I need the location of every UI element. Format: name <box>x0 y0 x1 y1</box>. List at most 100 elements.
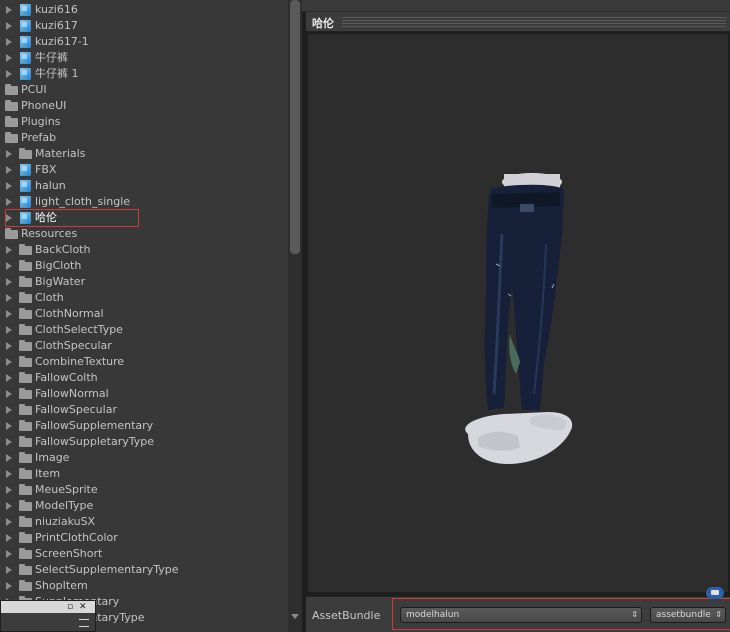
tree-item[interactable]: ShopItem <box>0 578 288 594</box>
tree-item-label: kuzi617 <box>35 19 78 32</box>
expand-arrow-icon[interactable] <box>4 578 14 594</box>
expand-arrow-icon[interactable] <box>4 66 14 82</box>
tree-item[interactable]: ClothSelectType <box>0 322 288 338</box>
expand-arrow-icon[interactable] <box>4 546 14 562</box>
tree-item[interactable]: 牛仔裤 <box>0 50 288 66</box>
expand-arrow-icon[interactable] <box>4 50 14 66</box>
tree-item[interactable]: kuzi617 <box>0 18 288 34</box>
asset-bundle-bar: AssetBundle modelhalun ⇕ assetbundle ⇕ <box>306 596 730 632</box>
tree-item[interactable]: ClothSpecular <box>0 338 288 354</box>
expand-arrow-icon[interactable] <box>4 322 14 338</box>
tree-item[interactable]: 牛仔裤 1 <box>0 66 288 82</box>
tree-item-label: FallowSuppletaryType <box>35 435 154 448</box>
scroll-down-arrow-icon[interactable] <box>291 614 299 619</box>
expand-arrow-icon[interactable] <box>4 34 14 50</box>
expand-arrow-icon[interactable] <box>4 466 14 482</box>
expand-arrow-icon[interactable] <box>4 482 14 498</box>
tree-item[interactable]: halun <box>0 178 288 194</box>
tree-item[interactable]: BigWater <box>0 274 288 290</box>
expand-arrow-icon[interactable] <box>4 354 14 370</box>
expand-arrow-icon[interactable] <box>4 242 14 258</box>
tree-item[interactable]: Image <box>0 450 288 466</box>
tree-item[interactable]: Item <box>0 466 288 482</box>
tree-item[interactable]: PCUI <box>0 82 288 98</box>
expand-arrow-icon[interactable] <box>4 418 14 434</box>
tree-item[interactable]: PhoneUI <box>0 98 288 114</box>
tree-item[interactable]: BackCloth <box>0 242 288 258</box>
prefab-icon <box>19 180 33 192</box>
asset-bundle-name-dropdown[interactable]: modelhalun ⇕ <box>400 607 642 623</box>
expand-arrow-icon[interactable] <box>4 498 14 514</box>
folder-icon <box>19 148 33 160</box>
tree-item[interactable]: Materials <box>0 146 288 162</box>
asset-bundle-variant-dropdown[interactable]: assetbundle ⇕ <box>650 607 726 623</box>
folder-icon <box>19 484 33 496</box>
expand-arrow-icon[interactable] <box>4 146 14 162</box>
tree-item[interactable]: FallowSuppletaryType <box>0 434 288 450</box>
folder-icon <box>19 388 33 400</box>
expand-arrow-icon[interactable] <box>4 306 14 322</box>
tree-item[interactable]: ClothNormal <box>0 306 288 322</box>
tree-item-label: Resources <box>21 227 78 240</box>
expand-arrow-icon[interactable] <box>4 162 14 178</box>
preview-title: 哈伦 <box>312 17 334 30</box>
model-preview-viewport[interactable] <box>308 34 728 592</box>
expand-arrow-icon[interactable] <box>4 562 14 578</box>
tree-item[interactable]: niuziakuSX <box>0 514 288 530</box>
tree-item[interactable]: FallowSupplementary <box>0 418 288 434</box>
header-drag-grip[interactable] <box>342 17 726 27</box>
project-scroll-thumb[interactable] <box>290 0 300 254</box>
expand-arrow-icon[interactable] <box>4 18 14 34</box>
expand-arrow-icon[interactable] <box>4 434 14 450</box>
tree-item-label: ShopItem <box>35 579 88 592</box>
tree-item[interactable]: Prefab <box>0 130 288 146</box>
tree-item-label: ScreenShort <box>35 547 103 560</box>
prefab-icon <box>19 20 33 32</box>
tree-item-label: light_cloth_single <box>35 195 131 208</box>
label-tag-icon[interactable] <box>706 587 724 599</box>
preview-header[interactable]: 哈伦 <box>306 12 730 32</box>
tree-item[interactable]: BigCloth <box>0 258 288 274</box>
expand-arrow-icon[interactable] <box>4 514 14 530</box>
maximize-icon[interactable]: ▫ <box>67 602 73 612</box>
tree-item[interactable]: FallowNormal <box>0 386 288 402</box>
expand-arrow-icon[interactable] <box>4 258 14 274</box>
expand-arrow-icon[interactable] <box>4 194 14 210</box>
folder-icon <box>19 404 33 416</box>
prefab-icon <box>19 36 33 48</box>
tree-item[interactable]: kuzi617-1 <box>0 34 288 50</box>
tree-item-label: ModelType <box>35 499 94 512</box>
expand-arrow-icon[interactable] <box>4 2 14 18</box>
expand-arrow-icon[interactable] <box>4 290 14 306</box>
tree-item[interactable]: Plugins <box>0 114 288 130</box>
expand-arrow-icon[interactable] <box>4 274 14 290</box>
folder-icon <box>19 292 33 304</box>
tree-item[interactable]: SelectSupplementaryType <box>0 562 288 578</box>
tree-item[interactable]: FBX <box>0 162 288 178</box>
tree-item[interactable]: ModelType <box>0 498 288 514</box>
expand-arrow-icon[interactable] <box>4 338 14 354</box>
mini-window-titlebar[interactable]: ▫ ✕ <box>1 601 95 613</box>
tree-item[interactable]: MeueSprite <box>0 482 288 498</box>
tree-item[interactable]: FallowColth <box>0 370 288 386</box>
prefab-icon <box>19 52 33 64</box>
expand-arrow-icon[interactable] <box>4 386 14 402</box>
tree-item[interactable]: FallowSpecular <box>0 402 288 418</box>
folder-icon <box>19 516 33 528</box>
inspector-preview-panel: 哈伦 AssetBundle modelhalun ⇕ assetbundle … <box>302 0 730 632</box>
tree-item[interactable]: light_cloth_single <box>0 194 288 210</box>
tree-item[interactable]: PrintClothColor <box>0 530 288 546</box>
menu-lines-icon[interactable] <box>79 619 89 627</box>
tree-item[interactable]: CombineTexture <box>0 354 288 370</box>
expand-arrow-icon[interactable] <box>4 402 14 418</box>
tree-item[interactable]: ScreenShort <box>0 546 288 562</box>
expand-arrow-icon[interactable] <box>4 370 14 386</box>
expand-arrow-icon[interactable] <box>4 178 14 194</box>
tree-item-label: kuzi616 <box>35 3 78 16</box>
expand-arrow-icon[interactable] <box>4 450 14 466</box>
close-icon[interactable]: ✕ <box>79 602 87 612</box>
tree-item[interactable]: kuzi616 <box>0 2 288 18</box>
expand-arrow-icon[interactable] <box>4 530 14 546</box>
tree-item[interactable]: Resources <box>0 226 288 242</box>
tree-item[interactable]: Cloth <box>0 290 288 306</box>
